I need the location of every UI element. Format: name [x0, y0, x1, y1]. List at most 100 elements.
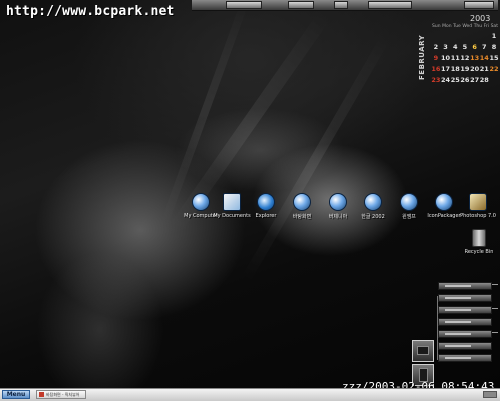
calendar-day[interactable]: 8	[489, 42, 499, 53]
calendar-day[interactable]: 15	[489, 53, 499, 64]
sidebar-widget-bar[interactable]	[438, 294, 492, 302]
calendar-day[interactable]: 10	[441, 53, 451, 64]
calendar-day[interactable]: 7	[479, 42, 489, 53]
calendar-week-row: 16 17 18 19 20 21 22	[431, 64, 499, 75]
calendar-day	[450, 31, 460, 42]
icon-label: Recycle Bin	[464, 249, 494, 255]
desktop-icon-shortcut[interactable]: 한글 2002	[353, 193, 393, 220]
toolbar-segment[interactable]	[226, 1, 262, 9]
weekday-label: Tue	[453, 24, 461, 29]
toolbar-segment[interactable]	[464, 1, 494, 9]
monitor-widget[interactable]	[412, 340, 434, 362]
calendar-week-row: 1	[431, 31, 499, 42]
calendar-week-row: 9 10 11 12 13 14 15	[431, 53, 499, 64]
calendar-day[interactable]: 5	[460, 42, 470, 53]
sidebar-widget-bar[interactable]	[438, 282, 492, 290]
weekday-label: Mon	[442, 24, 452, 29]
calendar-day[interactable]: 20	[470, 64, 480, 75]
icon-label: Explorer	[255, 213, 277, 219]
desktop-icon-shortcut[interactable]: 바탕화면	[282, 193, 322, 220]
weekday-label: Fri	[483, 24, 490, 29]
calendar-day[interactable]: 2	[431, 42, 441, 53]
desktop-icon-shortcut[interactable]: 윈앰프	[389, 193, 429, 220]
start-menu-button[interactable]: Menu	[2, 390, 30, 399]
calendar-day[interactable]: 26	[460, 75, 470, 86]
calendar-day	[470, 31, 480, 42]
calendar-day[interactable]: 13	[470, 53, 480, 64]
weekday-label: Thu	[473, 24, 483, 29]
calendar-day[interactable]: 14	[479, 53, 489, 64]
widget-connector	[492, 284, 498, 285]
desktop-icon-photoshop[interactable]: Photoshop 7.0	[458, 193, 498, 219]
calendar-day[interactable]: 25	[450, 75, 460, 86]
app-icon	[39, 392, 44, 397]
internet-explorer-icon	[257, 193, 275, 211]
calendar-year: 2003	[470, 14, 491, 23]
sidebar-widget-bar[interactable]	[438, 342, 492, 350]
orb-icon	[293, 193, 311, 211]
desktop-wallpaper: http://www.bcpark.net 2003 FEBRUARY Sun …	[0, 0, 500, 388]
monitor-icon	[417, 346, 429, 355]
taskbar: Menu 바탕화면 - 픽처뷰어	[0, 388, 500, 401]
calendar-day[interactable]: 19	[460, 64, 470, 75]
calendar-week-row: 2345678	[431, 42, 499, 53]
calendar-day[interactable]: 18	[450, 64, 460, 75]
light-streak	[241, 35, 390, 283]
folder-icon	[223, 193, 241, 211]
calendar-day[interactable]: 9	[431, 53, 441, 64]
widget-connector	[492, 332, 498, 333]
calendar-day[interactable]: 22	[489, 64, 499, 75]
orb-icon	[364, 193, 382, 211]
calendar-weekdays: Sun Mon Tue Wed Thu Fri Sat	[432, 24, 498, 29]
system-tray[interactable]	[483, 391, 497, 398]
weekday-label: Sat	[490, 24, 498, 29]
calendar-day[interactable]: 21	[479, 64, 489, 75]
weekday-label: Wed	[462, 24, 473, 29]
desktop-icon-shortcut[interactable]: 버제니아	[318, 193, 358, 220]
widget-connector	[437, 296, 438, 360]
orb-icon	[435, 193, 453, 211]
taskbar-window-label: 바탕화면 - 픽처뷰어	[46, 392, 80, 397]
sidebar-widget-bar[interactable]	[438, 306, 492, 314]
calendar-grid: 1 2 3 4 5 6 7 8 9 10 11 12 13 14 15 16 17 18 19 20 21 22 23 24 2…	[431, 31, 499, 86]
sidebar-widget-bar[interactable]	[438, 330, 492, 338]
desktop-icon-recycle-bin[interactable]: Recycle Bin	[459, 229, 499, 255]
toolbar-segment[interactable]	[334, 1, 348, 9]
icon-label: 버제니아	[328, 214, 348, 220]
icon-label: 바탕화면	[292, 214, 312, 220]
recycle-bin-icon	[472, 229, 486, 247]
calendar-day[interactable]: 12	[460, 53, 470, 64]
widget-connector	[492, 308, 498, 309]
orb-icon	[329, 193, 347, 211]
computer-icon	[192, 193, 210, 211]
calendar-day[interactable]: 4	[450, 42, 460, 53]
clock-readout: zzz/2003-02-06 08:54:43	[342, 380, 495, 388]
sidebar-widget-bar[interactable]	[438, 354, 492, 362]
calendar-day[interactable]: 24	[441, 75, 451, 86]
calendar-day	[431, 31, 441, 42]
toolbar-segment[interactable]	[288, 1, 314, 9]
calendar-day[interactable]: 3	[441, 42, 451, 53]
top-toolbar[interactable]	[192, 0, 498, 11]
toolbar-segment[interactable]	[368, 1, 412, 9]
weekday-label: Sun	[432, 24, 441, 29]
desktop-icon-explorer[interactable]: Explorer	[246, 193, 286, 219]
calendar-day	[489, 75, 499, 86]
calendar-day[interactable]: 1	[489, 31, 499, 42]
calendar-day[interactable]: 17	[441, 64, 451, 75]
calendar-week-row: 23 24 25 26 27 28	[431, 75, 499, 86]
calendar-day	[441, 31, 451, 42]
orb-icon	[400, 193, 418, 211]
calendar-day[interactable]: 11	[450, 53, 460, 64]
calendar-day[interactable]: 27	[470, 75, 480, 86]
calendar-day[interactable]: 23	[431, 75, 441, 86]
calendar-day	[460, 31, 470, 42]
icon-label: 한글 2002	[361, 214, 385, 220]
calendar-day[interactable]: 28	[479, 75, 489, 86]
taskbar-window-button[interactable]: 바탕화면 - 픽처뷰어	[36, 390, 86, 399]
calendar-day[interactable]: 16	[431, 64, 441, 75]
photoshop-icon	[469, 193, 487, 211]
watermark-url: http://www.bcpark.net	[6, 4, 175, 19]
sidebar-widget-bar[interactable]	[438, 318, 492, 326]
calendar-day[interactable]: 6	[470, 42, 480, 53]
